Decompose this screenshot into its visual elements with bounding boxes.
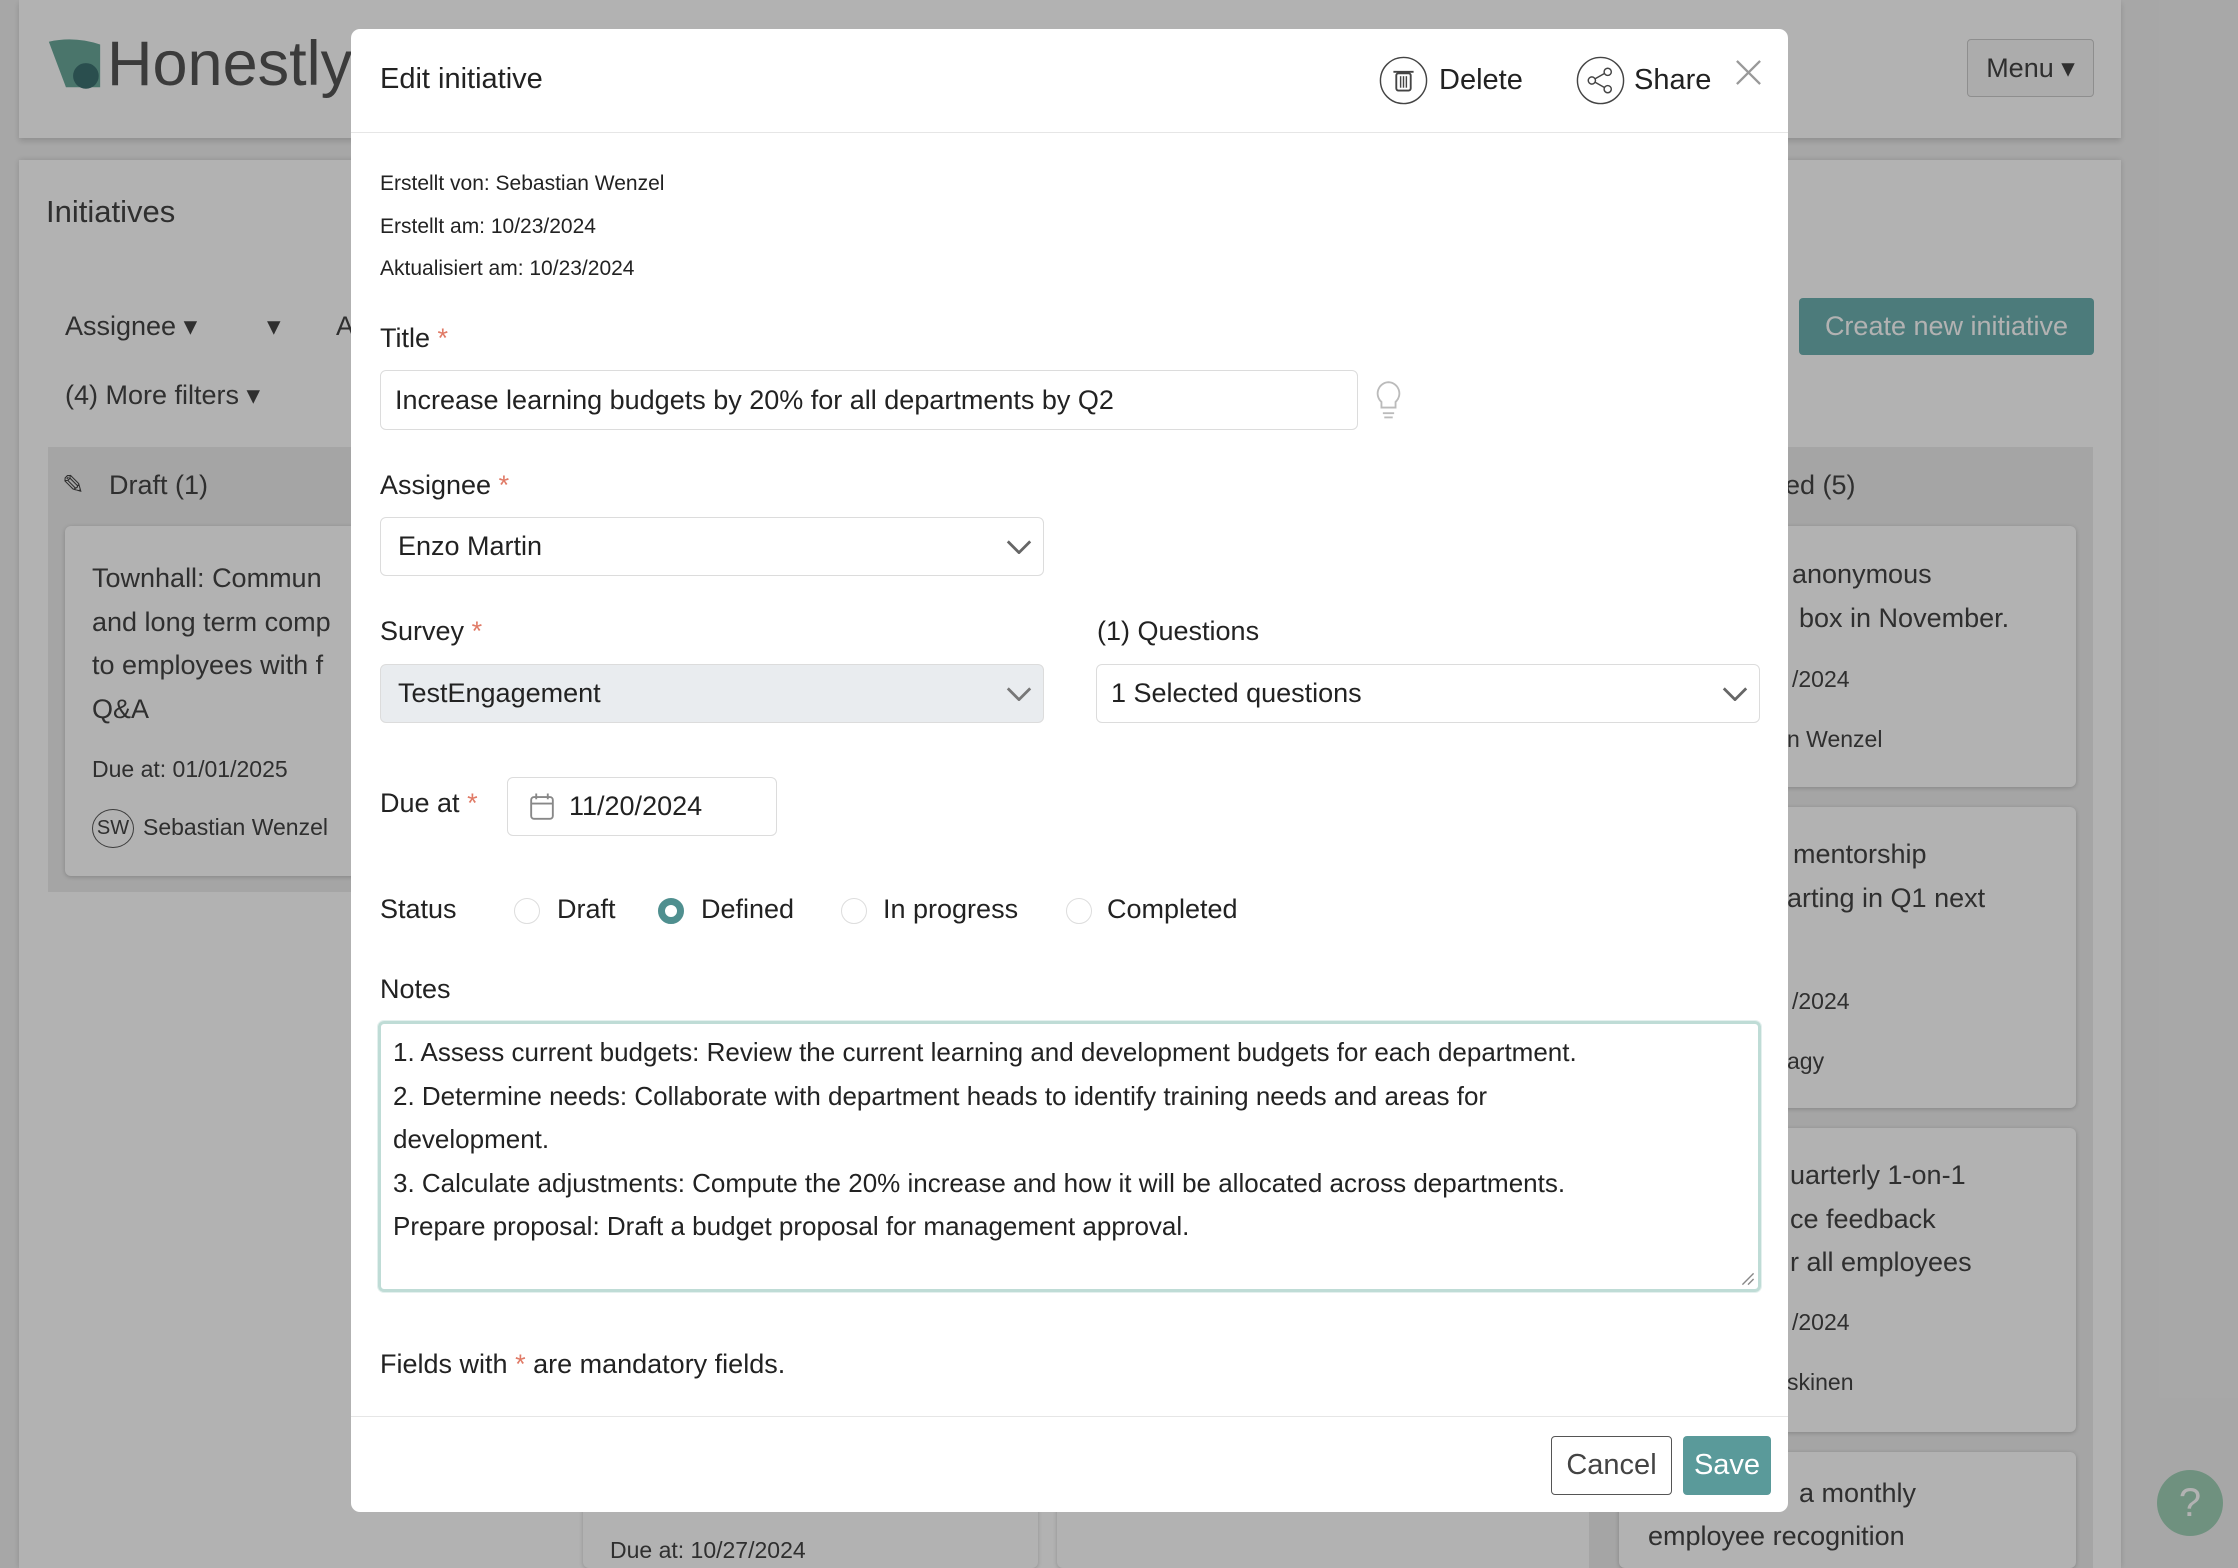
title-label-text: Title — [380, 323, 431, 353]
questions-value: 1 Selected questions — [1111, 678, 1362, 708]
due-date-input[interactable]: 11/20/2024 — [507, 777, 777, 836]
mandatory-note: Fields with * are mandatory fields. — [380, 1349, 785, 1380]
assignee-value: Enzo Martin — [398, 531, 543, 561]
notes-line: 1. Assess current budgets: Review the cu… — [393, 1037, 1577, 1067]
survey-label-text: Survey — [380, 616, 465, 646]
chevron-down-icon — [1006, 539, 1032, 554]
required-mark: * — [498, 470, 510, 500]
assignee-select[interactable]: Enzo Martin — [380, 517, 1044, 576]
due-label: Due at * — [380, 788, 478, 819]
notes-line: development. — [393, 1124, 550, 1154]
close-icon[interactable] — [1734, 58, 1763, 87]
delete-button[interactable]: Delete — [1379, 56, 1523, 105]
title-input[interactable]: Increase learning budgets by 20% for all… — [380, 370, 1358, 430]
share-button[interactable]: Share — [1576, 56, 1711, 105]
survey-value: TestEngagement — [398, 678, 601, 708]
assignee-label: Assignee * — [380, 470, 509, 501]
required-mark: * — [437, 323, 449, 353]
status-option-completed[interactable]: Completed — [1107, 894, 1238, 925]
assignee-label-text: Assignee — [380, 470, 492, 500]
mandatory-suffix: are mandatory fields. — [533, 1349, 786, 1379]
survey-label: Survey * — [380, 616, 482, 647]
required-mark: * — [471, 616, 483, 646]
title-value: Increase learning budgets by 20% for all… — [395, 384, 1114, 415]
status-radio-defined[interactable] — [658, 898, 684, 924]
due-date-value: 11/20/2024 — [569, 791, 703, 821]
status-option-draft[interactable]: Draft — [557, 894, 616, 925]
resize-handle-icon[interactable] — [1741, 1272, 1755, 1286]
edit-initiative-modal: Edit initiative Delete Share Erstellt vo… — [351, 29, 1788, 1512]
lightbulb-icon[interactable] — [1373, 379, 1404, 422]
status-radio-in-progress[interactable] — [841, 898, 867, 924]
share-label: Share — [1634, 64, 1712, 96]
notes-line: 3. Calculate adjustments: Compute the 20… — [393, 1167, 1566, 1198]
delete-label: Delete — [1439, 64, 1523, 96]
questions-label: (1) Questions — [1097, 616, 1260, 646]
share-icon — [1576, 56, 1625, 105]
status-option-defined[interactable]: Defined — [701, 894, 794, 925]
calendar-icon — [530, 793, 554, 820]
chevron-down-icon — [1006, 686, 1032, 701]
questions-select[interactable]: 1 Selected questions — [1096, 664, 1760, 723]
required-mark: * — [515, 1349, 526, 1379]
status-radio-draft[interactable] — [514, 898, 540, 924]
chevron-down-icon — [1722, 686, 1748, 701]
status-radio-completed[interactable] — [1066, 898, 1092, 924]
notes-textarea[interactable]: 1. Assess current budgets: Review the cu… — [378, 1021, 1761, 1292]
created-by: Erstellt von: Sebastian Wenzel — [380, 172, 665, 195]
required-mark: * — [467, 788, 478, 818]
survey-select[interactable]: TestEngagement — [380, 664, 1044, 723]
modal-title: Edit initiative — [380, 63, 543, 95]
trash-icon — [1379, 56, 1428, 105]
title-label: Title * — [380, 323, 448, 354]
header-divider — [351, 132, 1788, 133]
mandatory-prefix: Fields with — [380, 1349, 508, 1379]
updated-at: Aktualisiert am: 10/23/2024 — [380, 257, 635, 280]
notes-line: 2. Determine needs: Collaborate with dep… — [393, 1080, 1488, 1111]
notes-line: Prepare proposal: Draft a budget proposa… — [393, 1211, 1190, 1241]
status-label: Status — [380, 894, 457, 924]
save-button[interactable]: Save — [1683, 1436, 1771, 1495]
cancel-button[interactable]: Cancel — [1551, 1436, 1672, 1495]
due-label-text: Due at — [380, 788, 460, 818]
status-option-in-progress[interactable]: In progress — [883, 894, 1018, 925]
created-at: Erstellt am: 10/23/2024 — [380, 215, 596, 238]
footer-divider — [351, 1416, 1788, 1417]
notes-label: Notes — [380, 974, 451, 1004]
